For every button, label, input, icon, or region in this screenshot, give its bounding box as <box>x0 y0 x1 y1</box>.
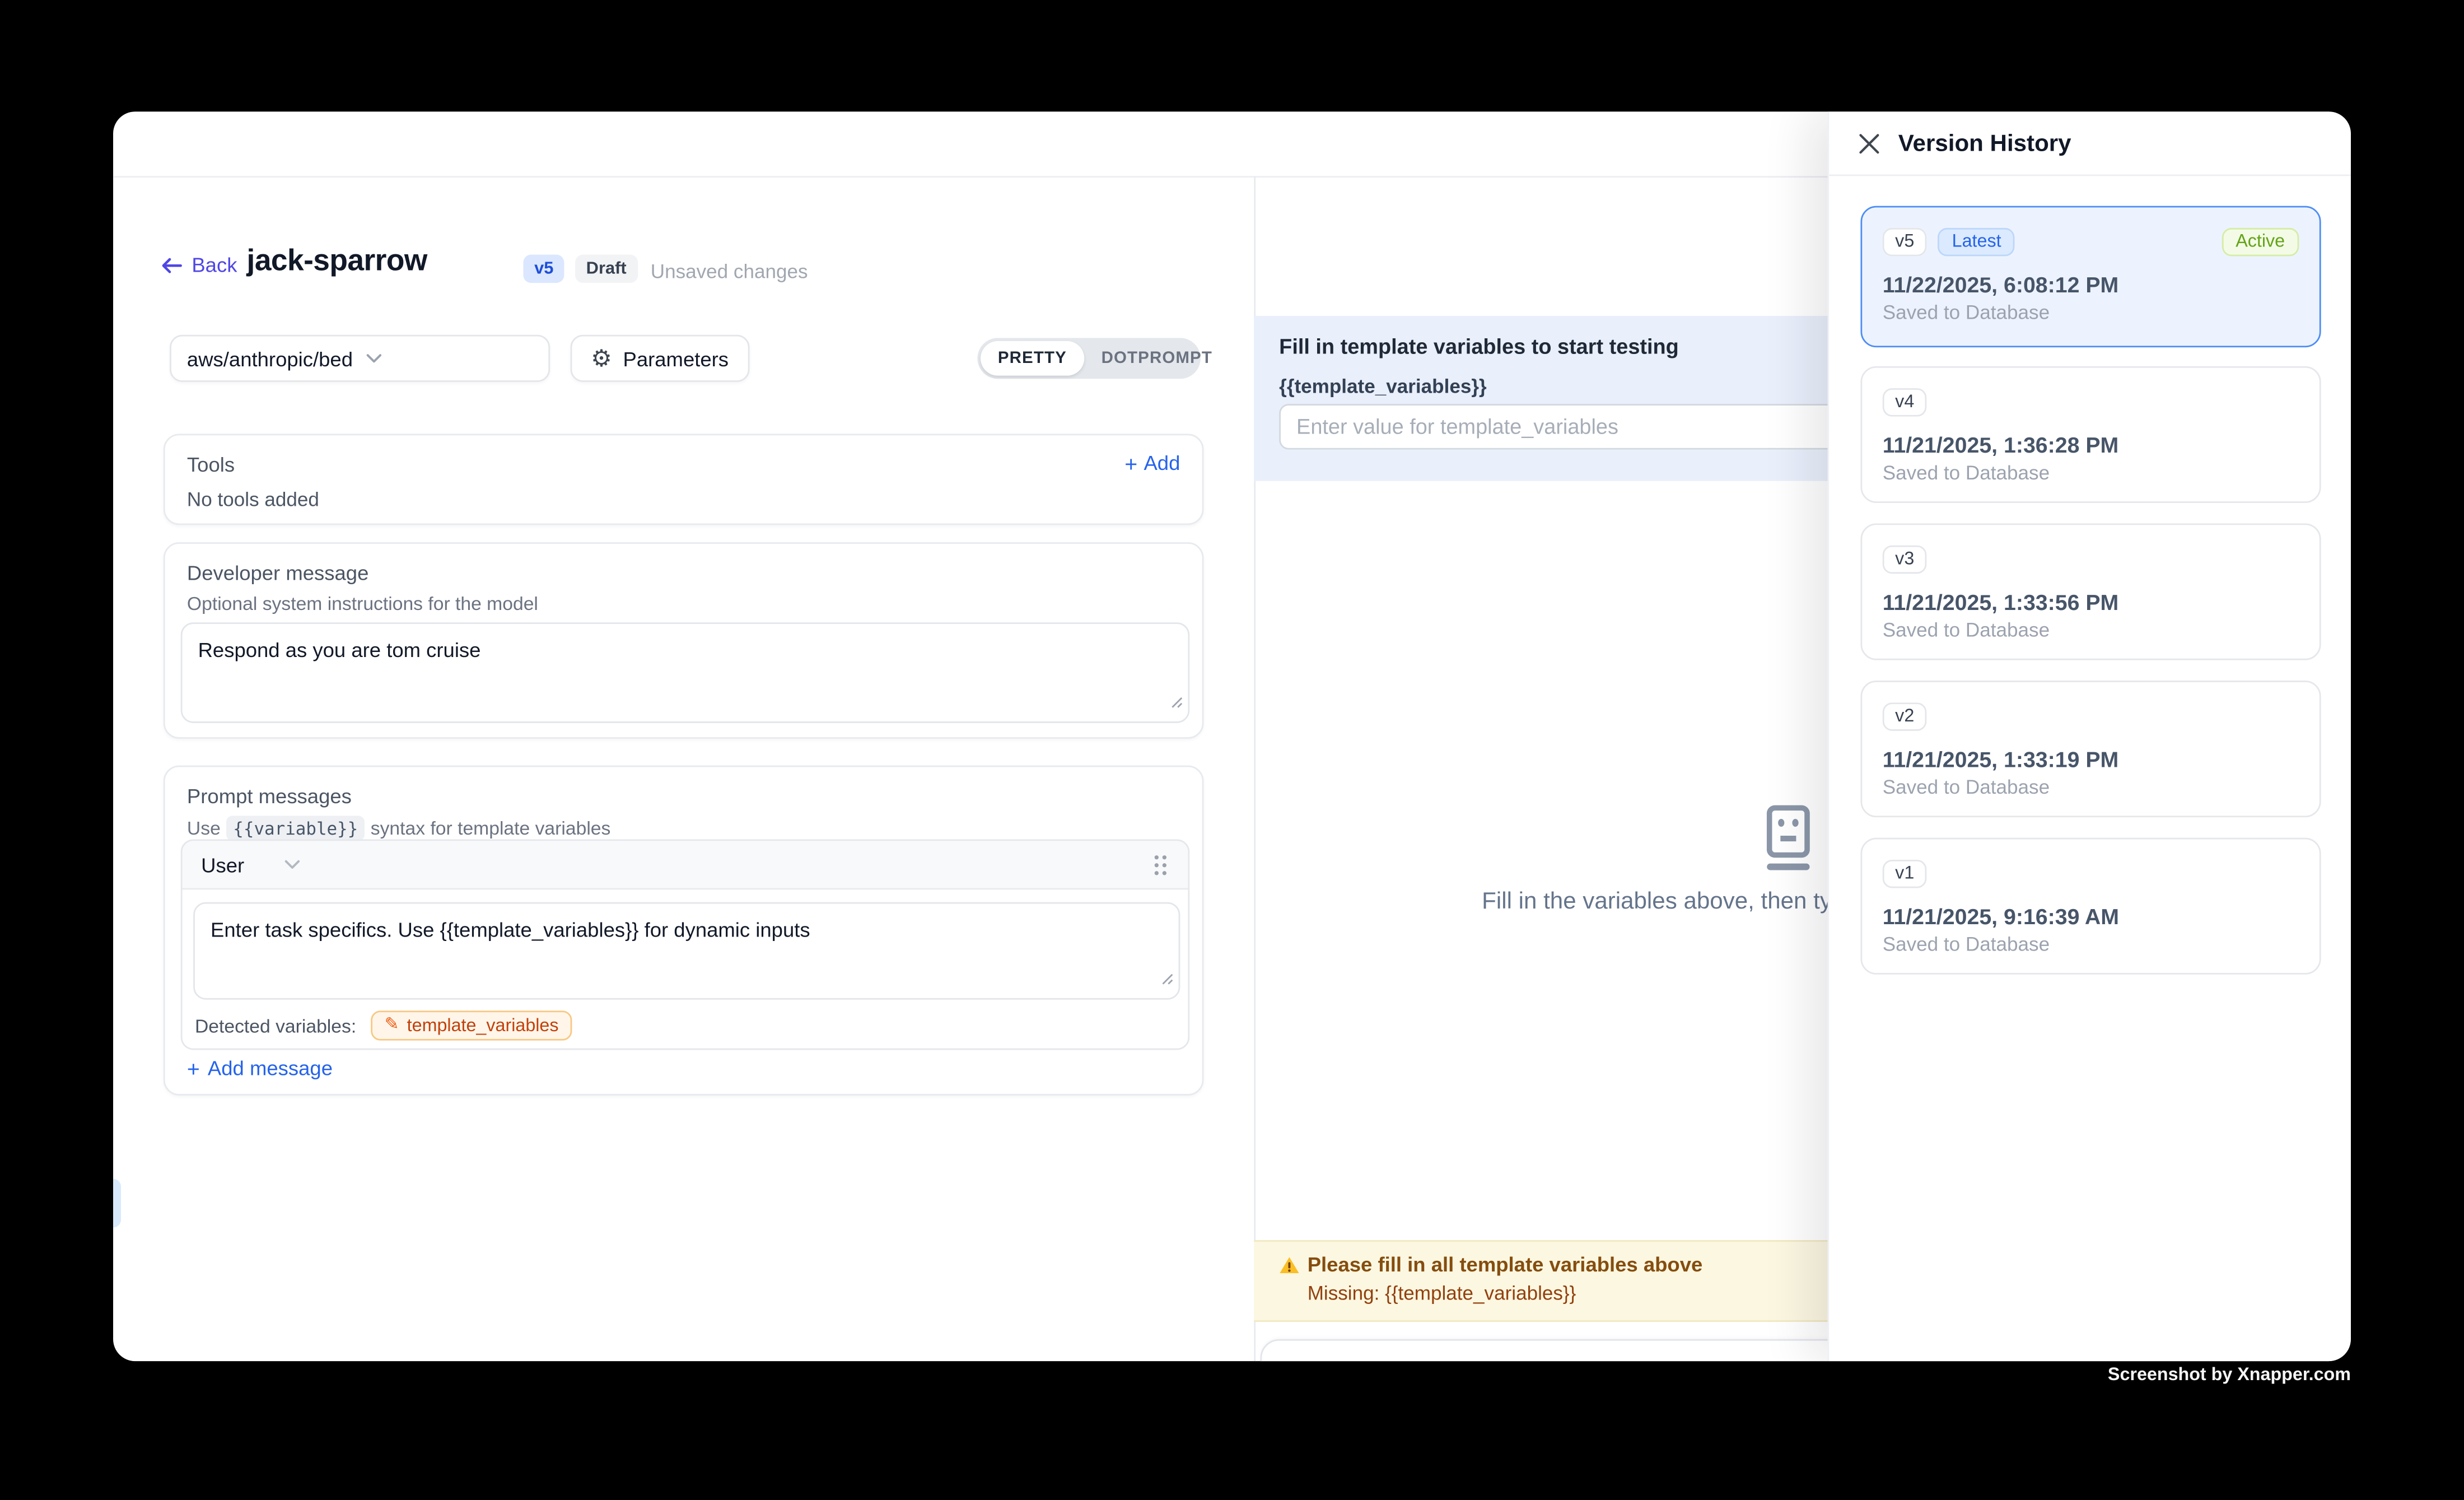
latest-badge: Latest <box>1938 228 2015 257</box>
detected-variable-chip[interactable]: ✎ template_variables <box>370 1010 572 1040</box>
detected-variables-row: Detected variables: ✎ template_variables <box>195 1010 573 1040</box>
version-chip-row: v5 Latest Active <box>1883 226 2299 258</box>
screenshot-stage: Back jack-sparrow v5 Draft Unsaved chang… <box>0 0 2464 1499</box>
app-window: Back jack-sparrow v5 Draft Unsaved chang… <box>113 111 2351 1361</box>
version-card-v2[interactable]: v2 11/21/2025, 1:33:19 PM Saved to Datab… <box>1860 681 2321 817</box>
version-timestamp: 11/21/2025, 1:33:56 PM <box>1883 589 2299 614</box>
version-source: Saved to Database <box>1883 302 2299 324</box>
message-role-select[interactable]: User <box>201 853 301 876</box>
resize-handle-icon[interactable] <box>1161 965 1174 994</box>
message-block: User Enter task specifics. Use {{templat… <box>181 839 1190 1050</box>
developer-message-box: Respond as you are tom cruise <box>181 622 1190 723</box>
hint-prefix: Use <box>187 817 221 839</box>
add-message-button[interactable]: + Add message <box>187 1056 333 1080</box>
tools-label: Tools <box>187 453 235 476</box>
model-select[interactable]: aws/anthropic/bedrock-claude-3-5-s... <box>170 335 550 382</box>
detected-variables-label: Detected variables: <box>195 1014 356 1036</box>
parameters-button[interactable]: ⚙ Parameters <box>571 335 749 382</box>
version-card-v4[interactable]: v4 11/21/2025, 1:36:28 PM Saved to Datab… <box>1860 366 2321 503</box>
version-timestamp: 11/21/2025, 9:16:39 AM <box>1883 904 2299 929</box>
hint-suffix: syntax for template variables <box>371 817 611 839</box>
page-title: jack-sparrow <box>247 245 427 280</box>
detected-variable-name: template_variables <box>407 1016 559 1035</box>
chevron-down-icon <box>366 353 533 363</box>
plus-icon: + <box>187 1057 200 1079</box>
developer-message-label: Developer message <box>187 561 368 585</box>
toggle-option-dotprompt[interactable]: DOTPROMPT <box>1084 341 1230 376</box>
add-message-label: Add message <box>208 1056 333 1080</box>
watermark-text: Screenshot by Xnapper.com <box>2108 1366 2351 1385</box>
prompt-messages-hint: Use {{variable}} syntax for template var… <box>187 816 610 841</box>
version-number-badge: v5 <box>1883 228 1927 257</box>
message-text-box: Enter task specifics. Use {{template_var… <box>193 902 1180 1000</box>
warning-triangle-icon <box>1279 1254 1299 1283</box>
tools-empty-text: No tools added <box>187 489 319 511</box>
plus-icon: + <box>1124 452 1137 474</box>
version-card-v5[interactable]: v5 Latest Active 11/22/2025, 6:08:12 PM … <box>1860 206 2321 348</box>
version-source: Saved to Database <box>1883 462 2299 484</box>
version-card-v1[interactable]: v1 11/21/2025, 9:16:39 AM Saved to Datab… <box>1860 838 2321 975</box>
add-tool-label: Add <box>1144 451 1180 474</box>
message-header: User <box>183 841 1188 889</box>
edge-sliver-button[interactable] <box>113 1179 121 1228</box>
version-number-badge: v4 <box>1883 388 1927 417</box>
version-history-header: Version History <box>1829 111 2351 176</box>
version-source: Saved to Database <box>1883 619 2299 641</box>
drag-handle-icon[interactable] <box>1152 853 1169 876</box>
format-toggle: PRETTY DOTPROMPT <box>977 338 1200 379</box>
model-select-value: aws/anthropic/bedrock-claude-3-5-s... <box>187 347 353 370</box>
warning-detail: Missing: {{template_variables}} <box>1308 1283 1576 1305</box>
warning-title: Please fill in all template variables ab… <box>1308 1252 1703 1276</box>
message-role-value: User <box>201 853 244 876</box>
toggle-option-pretty[interactable]: PRETTY <box>981 341 1084 376</box>
add-tool-button[interactable]: + Add <box>1124 451 1180 474</box>
developer-message-textarea[interactable]: Respond as you are tom cruise <box>183 624 1188 721</box>
unsaved-changes-label: Unsaved changes <box>651 261 808 283</box>
version-number-badge: v1 <box>1883 860 1927 888</box>
message-textarea[interactable]: Enter task specifics. Use {{template_var… <box>195 904 1179 998</box>
version-chip-row: v3 <box>1883 544 2299 575</box>
version-badge: v5 <box>523 255 564 283</box>
close-icon[interactable] <box>1858 132 1881 156</box>
gear-icon: ⚙ <box>591 347 612 370</box>
draft-badge: Draft <box>575 255 637 283</box>
version-source: Saved to Database <box>1883 776 2299 798</box>
empty-state-text: Fill in the variables above, then typ <box>1482 888 1845 915</box>
template-variable-label: {{template_variables}} <box>1279 376 1486 398</box>
version-number-badge: v3 <box>1883 546 1927 574</box>
test-header-title: Fill in template variables to start test… <box>1279 335 1679 358</box>
version-chip-row: v2 <box>1883 701 2299 733</box>
version-card-v3[interactable]: v3 11/21/2025, 1:33:56 PM Saved to Datab… <box>1860 523 2321 660</box>
version-timestamp: 11/21/2025, 1:36:28 PM <box>1883 432 2299 458</box>
version-source: Saved to Database <box>1883 934 2299 956</box>
prompt-messages-label: Prompt messages <box>187 784 352 808</box>
pencil-icon: ✎ <box>385 1017 399 1035</box>
back-label: Back <box>192 253 237 277</box>
version-timestamp: 11/22/2025, 6:08:12 PM <box>1883 272 2299 297</box>
prompt-messages-card: Prompt messages Use {{variable}} syntax … <box>164 766 1204 1096</box>
version-history-panel: Version History v5 Latest Active 11/22/2… <box>1828 111 2351 1361</box>
chevron-down-icon <box>285 860 301 869</box>
active-badge: Active <box>2222 228 2299 257</box>
variable-syntax-chip: {{variable}} <box>227 816 364 841</box>
developer-message-hint: Optional system instructions for the mod… <box>187 593 538 614</box>
version-chip-row: v4 <box>1883 386 2299 418</box>
back-button[interactable]: Back <box>160 253 237 277</box>
version-number-badge: v2 <box>1883 702 1927 731</box>
robot-face-icon <box>1763 805 1816 882</box>
version-history-title: Version History <box>1898 131 2071 157</box>
developer-message-card: Developer message Optional system instru… <box>164 542 1204 739</box>
parameters-label: Parameters <box>623 347 729 370</box>
resize-handle-icon[interactable] <box>1171 688 1183 717</box>
version-timestamp: 11/21/2025, 1:33:19 PM <box>1883 747 2299 772</box>
arrow-left-icon <box>160 255 182 274</box>
tools-card: Tools + Add No tools added <box>164 434 1204 525</box>
version-chip-row: v1 <box>1883 858 2299 889</box>
